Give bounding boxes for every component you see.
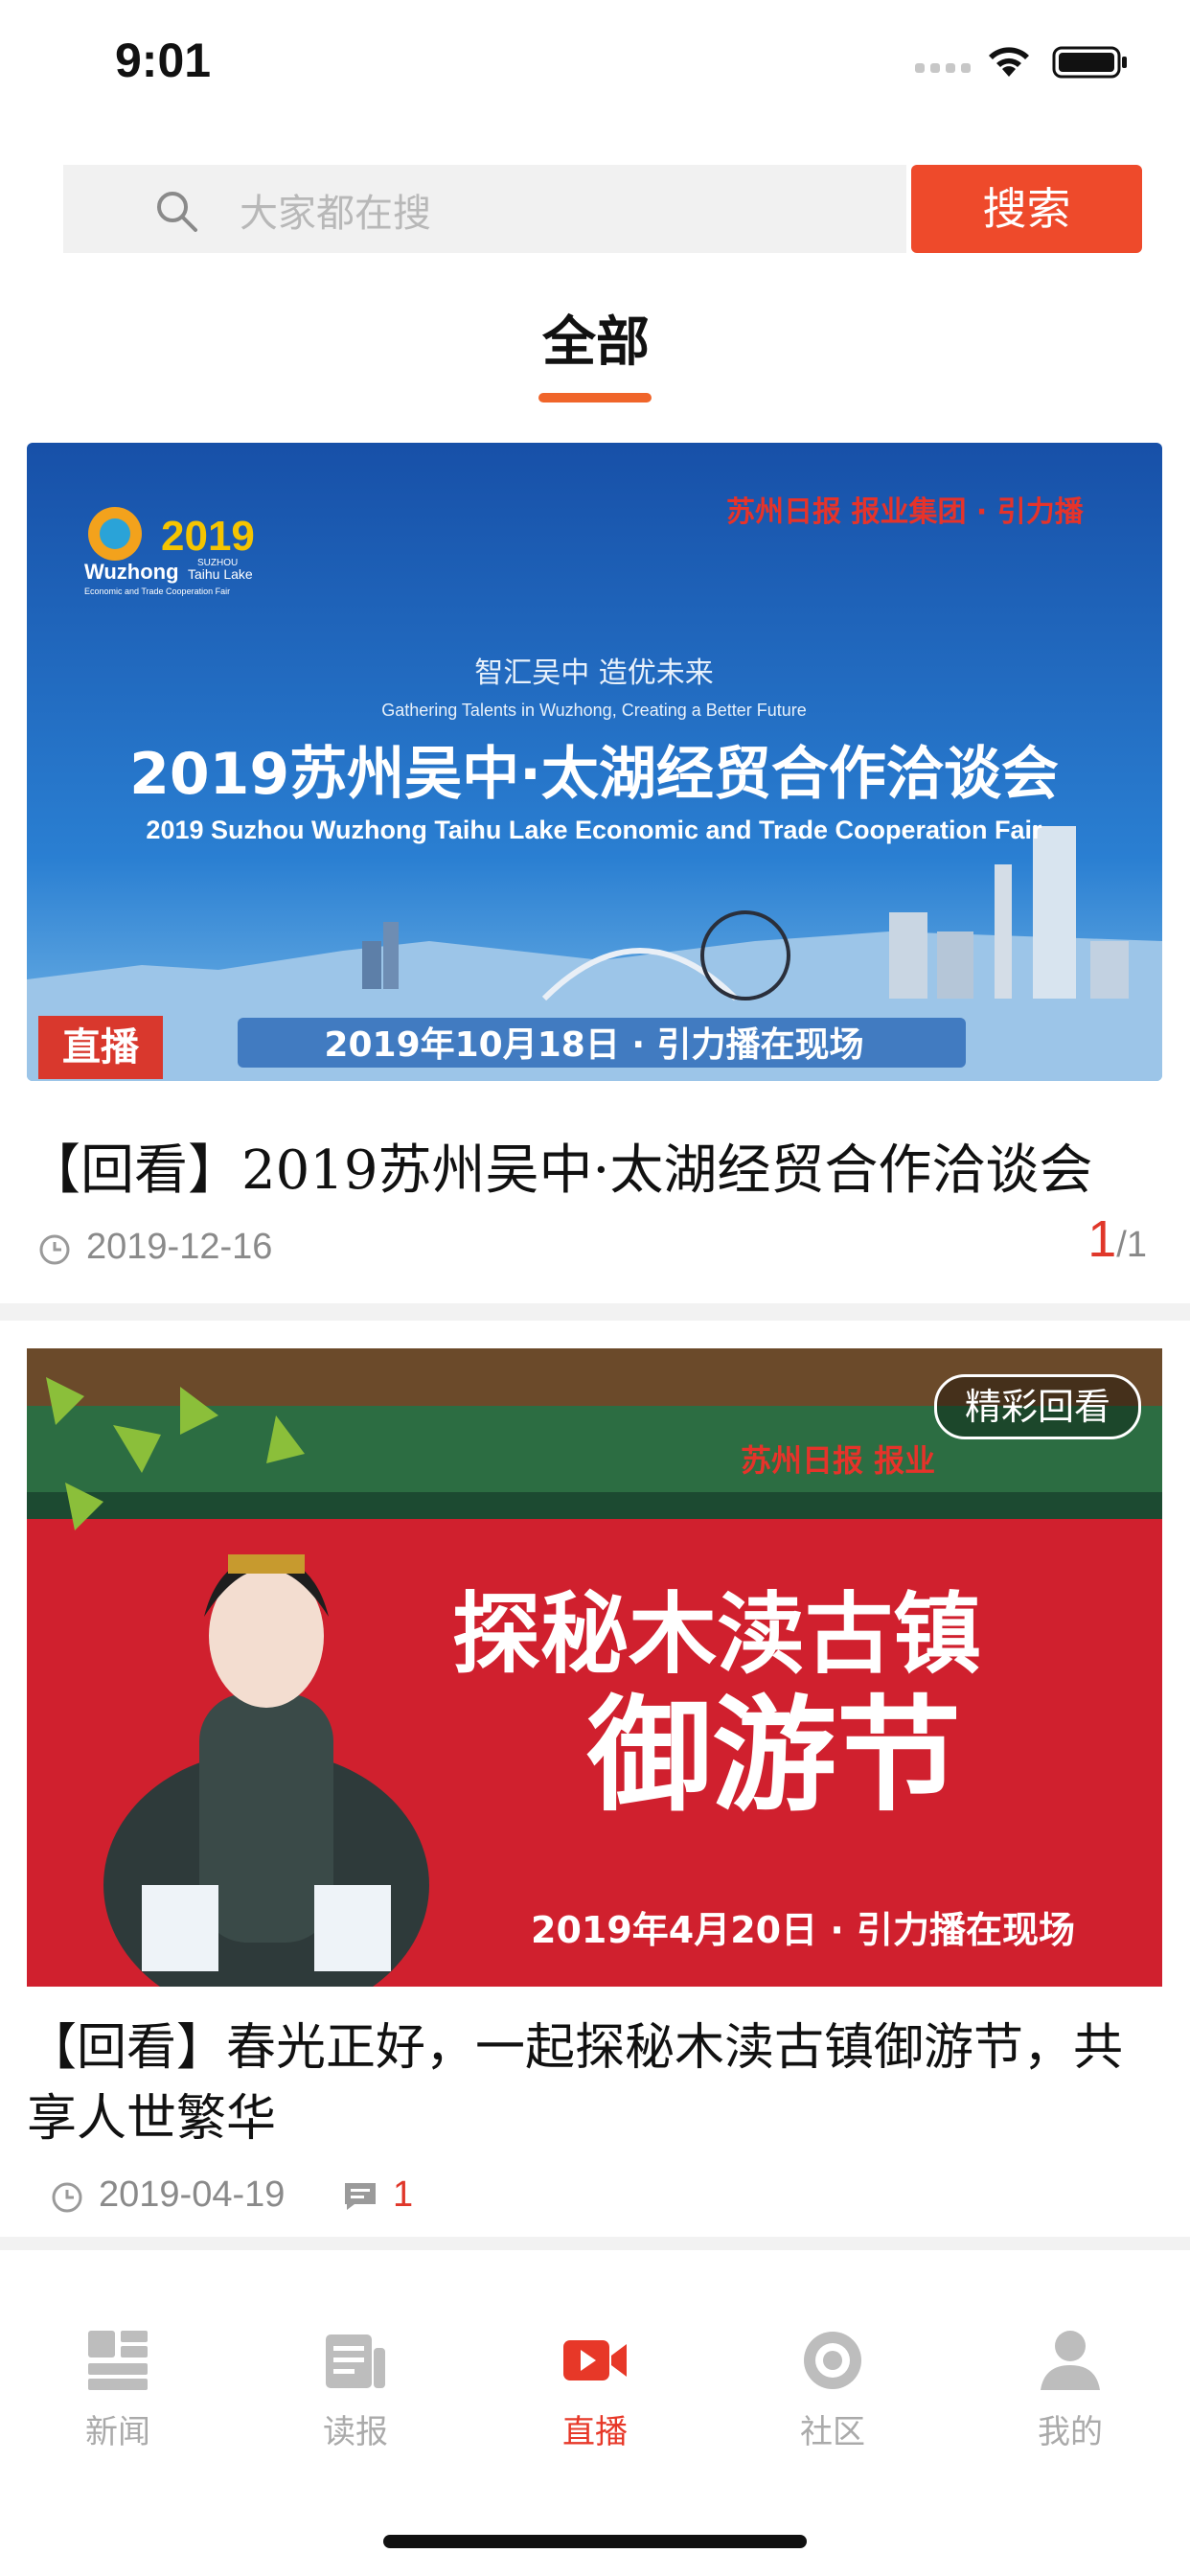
comment-icon — [345, 2183, 376, 2210]
banner-slogan-en: Gathering Talents in Wuzhong, Creating a… — [381, 701, 807, 720]
tab-live[interactable]: 直播 — [499, 2327, 691, 2452]
community-target-icon — [804, 2332, 861, 2389]
article-banner-image[interactable]: 苏州日报 报业 探秘木渎古镇 御游节 2019年4月20日 · 引力播在现场 — [27, 1348, 1162, 1987]
article-date: 2019-04-19 — [99, 2174, 286, 2215]
section-divider — [0, 1303, 1190, 1321]
tab-active-indicator — [538, 393, 652, 402]
clock-icon — [52, 2182, 82, 2213]
comment-count: 1 — [393, 2174, 414, 2215]
video-camera-icon — [563, 2340, 627, 2380]
tab-community[interactable]: 社区 — [737, 2327, 928, 2452]
tab-label: 直播 — [562, 2413, 628, 2451]
page-current: 1 — [1087, 1210, 1117, 1268]
clock-icon — [39, 1234, 70, 1265]
media-brand: 苏州日报 报业集团 · 引力播 — [726, 495, 1085, 529]
article-banner-image[interactable]: 2019 SUZHOU Wuzhong Taihu Lake Economic … — [27, 443, 1162, 1081]
section-divider — [0, 2237, 1190, 2250]
article-title[interactable]: 【回看】春光正好，一起探秘木渎古镇御游节，共享人世繁华 — [27, 2012, 1157, 2154]
search-icon — [157, 192, 197, 232]
battery-icon — [1052, 46, 1127, 79]
article-date: 2019-12-16 — [86, 1227, 273, 1267]
banner-headline-cn: 2019苏州吴中·太湖经贸合作洽谈会 — [129, 741, 1059, 808]
newspaper-icon — [326, 2334, 385, 2388]
tab-label: 新闻 — [85, 2413, 150, 2451]
tab-all[interactable]: 全部 — [498, 299, 694, 377]
search-button[interactable]: 搜索 — [911, 165, 1142, 253]
replay-badge: 精彩回看 — [934, 1374, 1141, 1439]
banner-headline-2: 御游节 — [586, 1682, 961, 1828]
tab-news[interactable]: 新闻 — [22, 2327, 214, 2452]
tab-label: 社区 — [800, 2413, 865, 2451]
article-title[interactable]: 【回看】2019苏州吴中·太湖经贸合作洽谈会 — [27, 1127, 1157, 1205]
tab-label: 读报 — [323, 2413, 388, 2451]
media-brand: 苏州日报 报业 — [741, 1442, 935, 1479]
logo-year: 2019 — [161, 513, 255, 560]
news-grid-icon — [88, 2331, 148, 2390]
banner-slogan-cn: 智汇吴中 造优未来 — [474, 656, 714, 690]
tab-newspaper[interactable]: 读报 — [260, 2327, 451, 2452]
banner-date-line: 2019年4月20日 · 引力播在现场 — [531, 1909, 1075, 1951]
status-time: 9:01 — [115, 34, 212, 87]
banner-headline-en: 2019 Suzhou Wuzhong Taihu Lake Economic … — [146, 816, 1042, 844]
person-icon — [1041, 2331, 1100, 2390]
tab-label: 我的 — [1038, 2413, 1103, 2451]
logo-brand: Wuzhong — [84, 560, 179, 584]
live-badge: 直播 — [38, 1016, 163, 1079]
banner-date-line: 2019年10月18日 · 引力播在现场 — [324, 1025, 863, 1065]
page-total: /1 — [1116, 1225, 1147, 1265]
logo-sub3: Economic and Trade Cooperation Fair — [84, 586, 230, 596]
logo-sub2: Taihu Lake — [188, 566, 253, 582]
tab-profile[interactable]: 我的 — [974, 2327, 1166, 2452]
image-page-indicator: 1/1 — [1087, 1209, 1147, 1269]
signal-icon — [915, 63, 971, 73]
banner-headline-1: 探秘木渎古镇 — [452, 1582, 981, 1686]
home-indicator — [383, 2535, 807, 2548]
search-input[interactable]: 大家都在搜 — [240, 182, 431, 238]
wifi-icon — [989, 47, 1029, 77]
